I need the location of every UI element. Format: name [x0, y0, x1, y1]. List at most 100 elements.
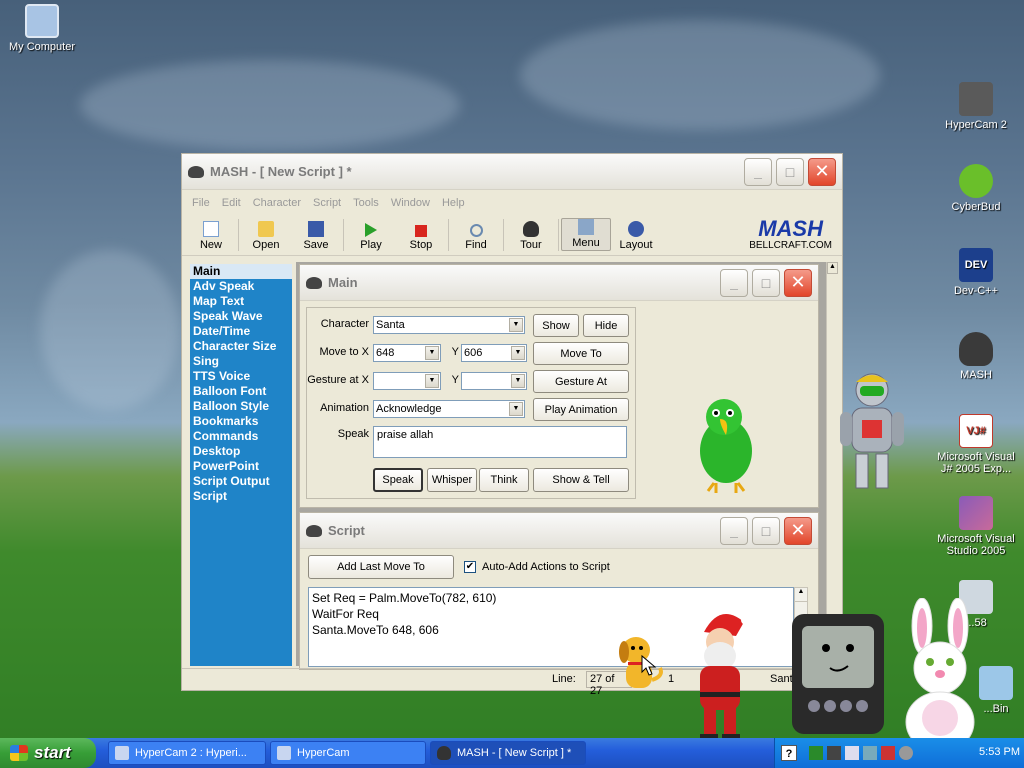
help-icon[interactable]: ? [781, 745, 797, 761]
tray-app-icon[interactable] [809, 746, 823, 760]
add-last-move-to-button[interactable]: Add Last Move To [308, 555, 454, 579]
menu-character[interactable]: Character [247, 197, 307, 209]
speak-button[interactable]: Speak [373, 468, 423, 492]
nav-item-sing[interactable]: Sing [190, 354, 292, 369]
menu-tools[interactable]: Tools [347, 197, 385, 209]
desktop-icon-vstudio[interactable]: Microsoft Visual Studio 2005 [934, 496, 1018, 557]
open-button[interactable]: Open [241, 221, 291, 251]
nav-item-adv-speak[interactable]: Adv Speak [190, 279, 292, 294]
think-button[interactable]: Think [479, 468, 529, 492]
cloud [40, 250, 180, 410]
minimize-button[interactable]: _ [744, 157, 772, 186]
tray-app-icon[interactable] [899, 746, 913, 760]
maximize-button[interactable]: □ [752, 516, 780, 545]
menu-window[interactable]: Window [385, 197, 436, 209]
menu-script[interactable]: Script [307, 197, 347, 209]
nav-item-map-text[interactable]: Map Text [190, 294, 292, 309]
auto-add-checkbox[interactable]: ✔ [464, 561, 476, 573]
close-button[interactable]: ✕ [784, 516, 812, 545]
toolbar-separator [343, 219, 344, 251]
maximize-button[interactable]: □ [752, 268, 780, 297]
taskbar-item-hypercam[interactable]: HyperCam [270, 741, 426, 765]
menu-edit[interactable]: Edit [216, 197, 247, 209]
script-titlebar[interactable]: Script _ □ ✕ [300, 513, 818, 549]
chevron-down-icon: ▼ [425, 374, 439, 388]
nav-item-character-size[interactable]: Character Size [190, 339, 292, 354]
desktop-icon-devcpp[interactable]: DEV Dev-C++ [934, 248, 1018, 297]
move-to-button[interactable]: Move To [533, 342, 629, 365]
show-and-tell-button[interactable]: Show & Tell [533, 468, 629, 492]
moveto-x-select[interactable]: 648 ▼ [373, 344, 441, 362]
new-button[interactable]: New [186, 221, 236, 251]
gesture-at-button[interactable]: Gesture At [533, 370, 629, 393]
tour-button[interactable]: Tour [506, 221, 556, 251]
auto-add-checkbox-row[interactable]: ✔ Auto-Add Actions to Script [464, 561, 610, 573]
find-button[interactable]: Find [451, 224, 501, 251]
desktop-icon-hypercam[interactable]: HyperCam 2 [934, 82, 1018, 131]
nav-item-balloon-font[interactable]: Balloon Font [190, 384, 292, 399]
gesture-x-select[interactable]: ▼ [373, 372, 441, 390]
nav-item-commands[interactable]: Commands [190, 429, 292, 444]
hide-button[interactable]: Hide [583, 314, 629, 337]
mash-titlebar[interactable]: MASH - [ New Script ] * _ □ ✕ [182, 154, 842, 190]
menu-button[interactable]: Menu [561, 218, 611, 251]
tray-app-icon[interactable] [863, 746, 877, 760]
desktop-icon-mash[interactable]: MASH [934, 332, 1018, 381]
stop-button[interactable]: Stop [396, 225, 446, 251]
whisper-button[interactable]: Whisper [427, 468, 477, 492]
main-titlebar[interactable]: Main _ □ ✕ [300, 265, 818, 301]
mouse-cursor-icon [641, 654, 657, 676]
taskbar-item-hypercam-doc[interactable]: HyperCam 2 : Hyperi... [108, 741, 266, 765]
desktop-icon-cyberbud[interactable]: CyberBud [934, 164, 1018, 213]
nav-item-main[interactable]: Main [190, 264, 292, 279]
scroll-up-arrow[interactable]: ▲ [827, 262, 838, 274]
gesture-y-select[interactable]: ▼ [461, 372, 527, 390]
tray-app-icon[interactable] [881, 746, 895, 760]
play-animation-button[interactable]: Play Animation [533, 398, 629, 421]
menu-help[interactable]: Help [436, 197, 471, 209]
nav-item-speak-wave[interactable]: Speak Wave [190, 309, 292, 324]
close-button[interactable]: ✕ [784, 268, 812, 297]
nav-item-date-time[interactable]: Date/Time [190, 324, 292, 339]
moveto-y-select[interactable]: 606 ▼ [461, 344, 527, 362]
toolbar-separator [238, 219, 239, 251]
nav-item-bookmarks[interactable]: Bookmarks [190, 414, 292, 429]
speak-text-input[interactable]: praise allah [373, 426, 627, 458]
desktop-icon-vjsharp[interactable]: VJ# Microsoft Visual J# 2005 Exp... [934, 414, 1018, 475]
chevron-down-icon: ▼ [509, 402, 523, 416]
scroll-up-arrow[interactable]: ▲ [795, 588, 807, 602]
tray-app-icon[interactable] [827, 746, 841, 760]
bunny-character[interactable] [890, 598, 990, 754]
menu-file[interactable]: File [186, 197, 216, 209]
layout-button[interactable]: Layout [611, 221, 661, 251]
close-button[interactable]: ✕ [808, 157, 836, 186]
palm-character[interactable] [790, 612, 886, 738]
nav-item-tts-voice[interactable]: TTS Voice [190, 369, 292, 384]
nav-item-powerpoint[interactable]: PowerPoint [190, 459, 292, 474]
save-button[interactable]: Save [291, 221, 341, 251]
character-select[interactable]: Santa ▼ [373, 316, 525, 334]
menu-icon [578, 219, 594, 235]
taskbar-item-mash[interactable]: MASH - [ New Script ] * [430, 741, 586, 765]
nav-item-script[interactable]: Script [190, 489, 292, 504]
nav-item-script-output[interactable]: Script Output [190, 474, 292, 489]
logo-url: BELLCRAFT.COM [749, 240, 832, 251]
play-button[interactable]: Play [346, 223, 396, 251]
animation-value: Acknowledge [376, 403, 442, 415]
animation-select[interactable]: Acknowledge ▼ [373, 400, 525, 418]
show-button[interactable]: Show [533, 314, 579, 337]
maximize-button[interactable]: □ [776, 157, 804, 186]
minimize-button[interactable]: _ [720, 268, 748, 297]
nav-item-desktop[interactable]: Desktop [190, 444, 292, 459]
taskbar: start HyperCam 2 : Hyperi... HyperCam MA… [0, 738, 1024, 768]
desktop-icon-my-computer[interactable]: My Computer [0, 4, 84, 53]
minimize-button[interactable]: _ [720, 516, 748, 545]
robot-character[interactable] [836, 368, 908, 496]
tray-app-icon[interactable] [845, 746, 859, 760]
start-button[interactable]: start [0, 738, 96, 768]
nav-item-balloon-style[interactable]: Balloon Style [190, 399, 292, 414]
santa-character[interactable] [686, 608, 756, 750]
clock[interactable]: 5:53 PM [979, 746, 1020, 758]
folder-icon [258, 221, 274, 237]
disk-icon [308, 221, 324, 237]
